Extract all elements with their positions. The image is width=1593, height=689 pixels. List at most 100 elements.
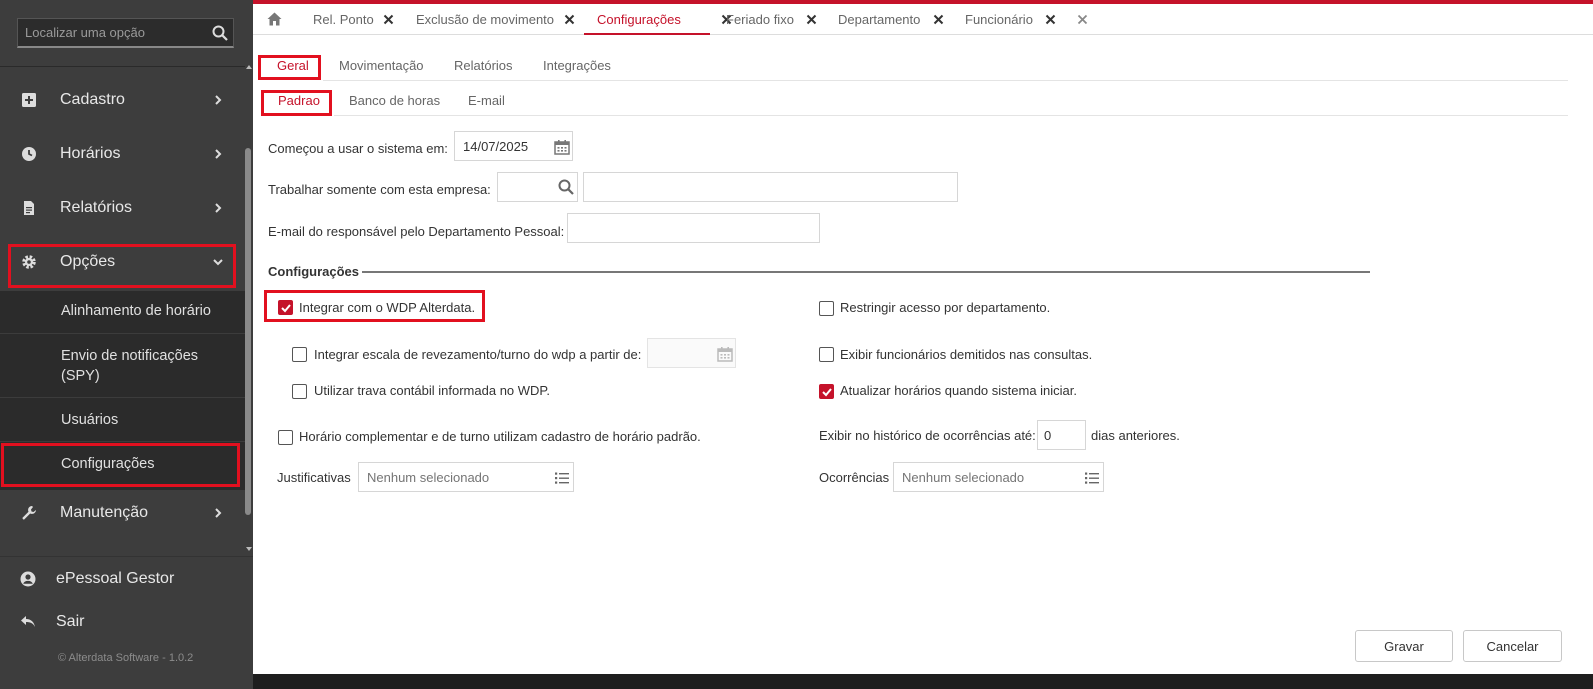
tab-divider (323, 80, 1568, 81)
sidebar-subitem-alinhamento[interactable]: Alinhamento de horário (0, 301, 245, 321)
tab-rel-ponto[interactable]: Rel. Ponto (313, 4, 374, 35)
submenu-divider (0, 397, 245, 398)
tab-funcionario[interactable]: Funcionário (965, 4, 1033, 35)
sidebar-item-label: Opções (60, 253, 116, 270)
user-name: ePessoal Gestor (56, 570, 175, 587)
complementary-label: Horário complementar e de turno utilizam… (299, 429, 701, 444)
copyright: © Alterdata Software - 1.0.2 (58, 652, 194, 664)
scroll-down-arrow-icon[interactable] (245, 546, 253, 552)
tab-movimentacao[interactable]: Movimentação (339, 56, 424, 76)
sidebar-search-input[interactable] (18, 19, 233, 46)
justifications-select[interactable] (358, 462, 574, 492)
subtab-banco-de-horas[interactable]: Banco de horas (349, 91, 440, 111)
update-schedules-checkbox[interactable] (819, 384, 834, 399)
company-label: Trabalhar somente com esta empresa: (268, 182, 491, 197)
search-icon[interactable] (558, 179, 574, 195)
tab-departamento[interactable]: Departamento (838, 4, 920, 35)
sidebar-search-box (17, 18, 234, 48)
close-icon[interactable] (564, 14, 575, 25)
tab-geral[interactable]: Geral (277, 56, 309, 76)
integrate-wdp-label: Integrar com o WDP Alterdata. (299, 300, 476, 315)
tab-feriado-fixo[interactable]: Feriado fixo (726, 4, 794, 35)
check-icon (822, 388, 832, 397)
close-icon[interactable] (383, 14, 394, 25)
sidebar-item-label: Horários (60, 145, 121, 162)
sidebar-user[interactable]: ePessoal Gestor (0, 564, 245, 594)
close-icon[interactable] (1045, 14, 1056, 25)
email-label: E-mail do responsável pelo Departamento … (268, 224, 565, 239)
save-button[interactable]: Gravar (1355, 630, 1453, 662)
chevron-right-icon (215, 203, 222, 213)
close-icon[interactable] (806, 14, 817, 25)
clock-icon (22, 147, 36, 161)
sidebar-scrollbar-thumb[interactable] (245, 148, 251, 515)
integrate-wdp-checkbox[interactable] (278, 300, 293, 315)
plus-square-icon (22, 93, 36, 107)
tab-configuracoes[interactable]: Configurações (597, 4, 681, 35)
email-input[interactable] (567, 213, 820, 243)
logout-button[interactable]: Sair (0, 607, 245, 637)
user-circle-icon (20, 571, 36, 587)
tab-integracoes[interactable]: Integrações (543, 56, 611, 76)
sidebar-item-horarios[interactable]: Horários (0, 129, 245, 179)
occurrences-select[interactable] (893, 462, 1104, 492)
use-lock-checkbox[interactable] (292, 384, 307, 399)
chevron-right-icon (215, 95, 222, 105)
home-icon[interactable] (267, 12, 282, 26)
sidebar-subitem-usuarios[interactable]: Usuários (0, 410, 245, 430)
list-icon[interactable] (1084, 470, 1100, 486)
sidebar-submenu: Alinhamento de horário Envio de notifica… (0, 291, 245, 490)
search-icon[interactable] (212, 25, 228, 41)
scroll-up-arrow-icon[interactable] (245, 64, 253, 70)
tab-relatorios[interactable]: Relatórios (454, 56, 513, 76)
integrate-schedule-label: Integrar escala de revezamento/turno do … (314, 347, 642, 362)
close-icon[interactable] (933, 14, 944, 25)
check-icon (281, 304, 291, 313)
sidebar-item-manutencao[interactable]: Manutenção (0, 488, 245, 538)
wrench-icon (22, 506, 36, 520)
sidebar-item-label: Manutenção (60, 504, 149, 521)
sidebar: Cadastro Horários Relatórios Opções Alin… (0, 0, 253, 689)
chevron-right-icon (215, 149, 222, 159)
sidebar-item-relatorios[interactable]: Relatórios (0, 183, 245, 233)
show-dismissed-label: Exibir funcionários demitidos nas consul… (840, 347, 1093, 362)
update-schedules-label: Atualizar horários quando sistema inicia… (840, 383, 1078, 398)
active-tab-underline (584, 33, 710, 35)
sidebar-subitem-notificacoes[interactable]: Envio de notificações (SPY) (0, 346, 245, 386)
calendar-icon[interactable] (717, 346, 733, 362)
justifications-label: Justificativas (277, 470, 351, 485)
integrate-schedule-checkbox[interactable] (292, 347, 307, 362)
section-divider (362, 271, 1370, 273)
tab-exclusao-movimento[interactable]: Exclusão de movimento (416, 4, 554, 35)
use-lock-label: Utilizar trava contábil informada no WDP… (314, 383, 551, 398)
complementary-checkbox[interactable] (278, 430, 293, 445)
calendar-icon[interactable] (554, 139, 570, 155)
close-all-tabs-icon[interactable] (1077, 14, 1088, 25)
section-title: Configurações (268, 264, 360, 279)
sidebar-item-opcoes[interactable]: Opções (0, 237, 245, 287)
company-name-input[interactable] (583, 172, 958, 202)
submenu-divider (0, 441, 245, 442)
tab-bar: Rel. Ponto Exclusão de movimento Configu… (253, 4, 1593, 35)
history-label: Exibir no histórico de ocorrências até: (819, 428, 1036, 443)
logout-label: Sair (56, 613, 85, 630)
taskbar (253, 674, 1593, 689)
subtab-email[interactable]: E-mail (468, 91, 505, 111)
taskbar-left (0, 674, 253, 689)
reply-arrow-icon (21, 616, 35, 627)
show-dismissed-checkbox[interactable] (819, 347, 834, 362)
chevron-down-icon (213, 259, 223, 266)
cancel-button[interactable]: Cancelar (1463, 630, 1562, 662)
sidebar-item-cadastro[interactable]: Cadastro (0, 75, 245, 125)
start-date-label: Começou a usar o sistema em: (268, 141, 448, 156)
sidebar-divider (0, 66, 245, 67)
list-icon[interactable] (554, 470, 570, 486)
sidebar-item-label: Cadastro (60, 91, 125, 108)
history-days-input[interactable] (1037, 420, 1086, 450)
restrict-department-checkbox[interactable] (819, 301, 834, 316)
sidebar-subitem-configuracoes[interactable]: Configurações (0, 454, 245, 474)
history-suffix: dias anteriores. (1091, 428, 1180, 443)
subtab-padrao[interactable]: Padrao (278, 91, 320, 111)
restrict-department-label: Restringir acesso por departamento. (840, 300, 1051, 315)
gear-icon (22, 255, 36, 269)
